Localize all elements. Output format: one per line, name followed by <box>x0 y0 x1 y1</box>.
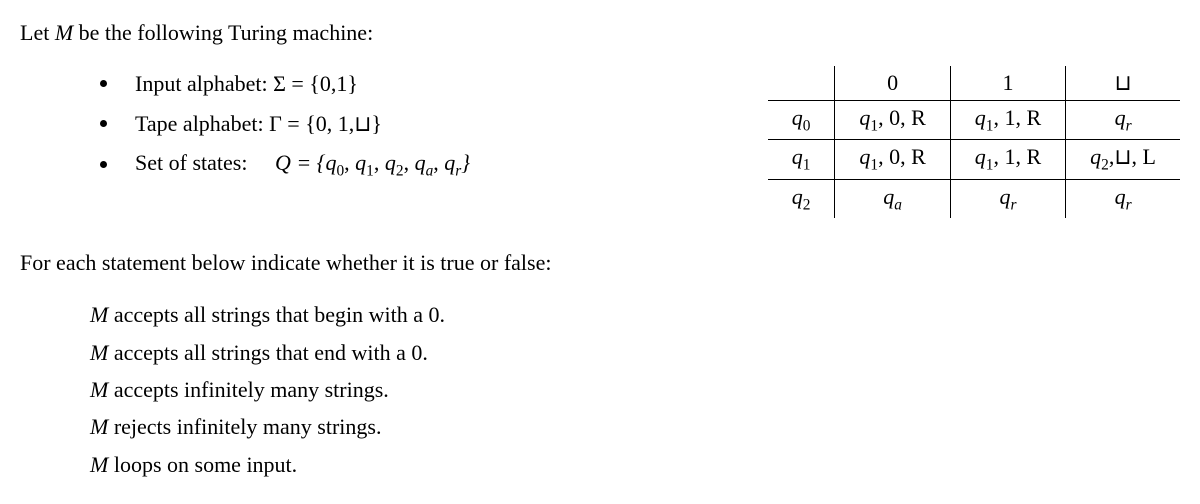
header-0: 0 <box>835 66 950 101</box>
trans-cell: q1, 0, R <box>835 140 950 179</box>
blank-symbol: ⊔ <box>354 111 371 136</box>
bullet-icon <box>100 161 107 168</box>
state-sub: r <box>1010 196 1016 213</box>
states-prefix: Q = { <box>275 150 326 175</box>
statement-4: M rejects infinitely many strings. <box>90 408 1180 445</box>
trans-cell: q1, 1, R <box>950 101 1065 140</box>
m-sym: M <box>90 414 108 439</box>
bullet-tape-alphabet: Tape alphabet: Γ = {0, 1,⊔} <box>100 104 470 144</box>
statements-list: M accepts all strings that begin with a … <box>20 296 1180 483</box>
input-alphabet-text: Input alphabet: Σ = {0,1} <box>135 64 358 104</box>
states-label: Set of states: <box>135 150 247 175</box>
tape-prefix: Tape alphabet: Γ = {0, 1, <box>135 111 354 136</box>
trans-cell: qa <box>835 179 950 218</box>
definition-list: Input alphabet: Σ = {0,1} Tape alphabet:… <box>20 64 470 185</box>
q-sym: q <box>975 144 986 169</box>
trans-text: , 1, R <box>993 105 1041 130</box>
stmt-text: loops on some input. <box>108 452 297 477</box>
header-blank: ⊔ <box>1066 66 1180 101</box>
bullet-icon <box>100 80 107 87</box>
state-sub: 0 <box>803 117 811 134</box>
trans-text: , L <box>1132 144 1156 169</box>
q-sym: q <box>883 184 894 209</box>
trans-text: , 1, R <box>993 144 1041 169</box>
q-sym: q <box>1090 144 1101 169</box>
m-sym: M <box>90 452 108 477</box>
statement-3: M accepts infinitely many strings. <box>90 371 1180 408</box>
state-sub: 1 <box>803 157 811 174</box>
bullet-icon <box>100 120 107 127</box>
instruction-text: For each statement below indicate whethe… <box>20 250 1180 276</box>
bullet-states: Set of states: Q = {q0, q1, q2, qa, qr} <box>100 143 470 185</box>
m-sym: M <box>90 377 108 402</box>
stmt-text: accepts infinitely many strings. <box>108 377 388 402</box>
table-row: q0 q1, 0, R q1, 1, R qr <box>768 101 1180 140</box>
trans-cell: q1, 0, R <box>835 101 950 140</box>
stmt-text: accepts all strings that begin with a 0. <box>108 302 445 327</box>
tape-alphabet-text: Tape alphabet: Γ = {0, 1,⊔} <box>135 104 382 144</box>
q-sym: q <box>385 150 396 175</box>
stmt-text: rejects infinitely many strings. <box>108 414 381 439</box>
trans-cell: qr <box>950 179 1065 218</box>
states-text: Set of states: Q = {q0, q1, q2, qa, qr} <box>135 143 470 185</box>
tape-suffix: } <box>371 111 382 136</box>
q-sym: q <box>792 105 803 130</box>
header-1: 1 <box>950 66 1065 101</box>
trans-cell: q1, 1, R <box>950 140 1065 179</box>
q-sym: q <box>444 150 455 175</box>
q-sym: q <box>325 150 336 175</box>
q-sym: q <box>975 105 986 130</box>
m-sym: M <box>90 340 108 365</box>
m-sym: M <box>90 302 108 327</box>
q-sym: q <box>859 105 870 130</box>
trans-cell: qr <box>1066 101 1180 140</box>
q-sym: q <box>1115 105 1126 130</box>
state-sub: a <box>894 196 902 213</box>
statement-5: M loops on some input. <box>90 446 1180 483</box>
table-header-row: 0 1 ⊔ <box>768 66 1180 101</box>
state-sub: 2 <box>803 196 811 213</box>
q-sym: q <box>1115 184 1126 209</box>
transition-table: 0 1 ⊔ q0 q1, 0, R q1, 1, R qr q1 q1, 0, … <box>768 66 1180 218</box>
q-sym: q <box>792 184 803 209</box>
state-sub: 2 <box>1101 157 1109 174</box>
bullet-input-alphabet: Input alphabet: Σ = {0,1} <box>100 64 470 104</box>
blank-symbol: ⊔ <box>1115 70 1132 95</box>
q-sym: q <box>415 150 426 175</box>
stmt-text: accepts all strings that end with a 0. <box>108 340 428 365</box>
intro-m: M <box>55 20 73 45</box>
statement-2: M accepts all strings that end with a 0. <box>90 334 1180 371</box>
q-sym: q <box>859 144 870 169</box>
state-sub: 1 <box>870 117 878 134</box>
state-cell: q1 <box>768 140 835 179</box>
table-row: q1 q1, 0, R q1, 1, R q2,⊔, L <box>768 140 1180 179</box>
blank-symbol: ⊔ <box>1114 144 1131 169</box>
states-suffix: } <box>461 150 470 175</box>
trans-text: , 0, R <box>878 144 926 169</box>
intro-text: Let M be the following Turing machine: <box>20 20 1180 46</box>
intro-prefix: Let <box>20 20 55 45</box>
intro-suffix: be the following Turing machine: <box>73 20 373 45</box>
trans-text: , 0, R <box>878 105 926 130</box>
table-row: q2 qa qr qr <box>768 179 1180 218</box>
state-sub: 1 <box>870 157 878 174</box>
state-cell: q2 <box>768 179 835 218</box>
trans-cell: q2,⊔, L <box>1066 140 1180 179</box>
trans-cell: qr <box>1066 179 1180 218</box>
q-sym: q <box>999 184 1010 209</box>
q-sym: q <box>792 144 803 169</box>
state-sub: r <box>1126 196 1132 213</box>
statement-1: M accepts all strings that begin with a … <box>90 296 1180 333</box>
state-sub: r <box>1126 117 1132 134</box>
q-sym: q <box>355 150 366 175</box>
state-cell: q0 <box>768 101 835 140</box>
